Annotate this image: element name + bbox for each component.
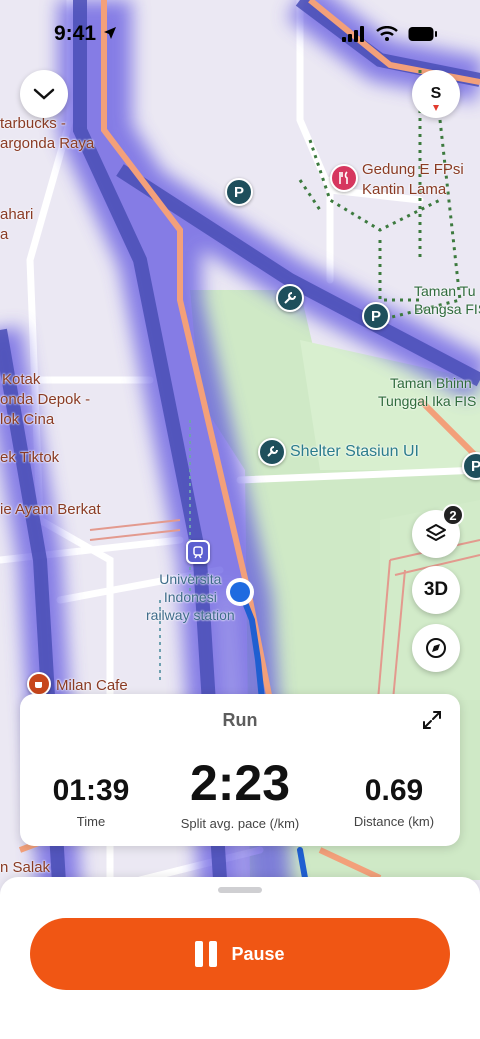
battery-icon <box>408 27 437 41</box>
time-value: 01:39 <box>52 774 130 807</box>
map-label-taman-tu: Taman Tu <box>414 283 476 299</box>
time-label: Time <box>76 814 106 829</box>
pause-label: Pause <box>231 943 285 964</box>
train-station-icon[interactable] <box>186 540 210 564</box>
pause-icon <box>195 941 218 967</box>
map-label-taman-bhinn: Taman Bhinn <box>390 375 472 391</box>
run-stats-card: Run 01:39 Time 2:23 Split avg. pace (/km… <box>20 694 460 846</box>
shelter-pin-icon[interactable] <box>258 438 286 466</box>
collapse-button[interactable] <box>20 70 68 118</box>
chevron-down-icon <box>33 88 55 100</box>
expand-icon[interactable] <box>420 708 444 732</box>
status-time: 9:41 <box>54 22 118 46</box>
map-label-shelter: Shelter Stasiun UI <box>290 443 419 460</box>
status-time-text: 9:41 <box>54 22 97 45</box>
pace-value: 2:23 <box>189 755 291 811</box>
map-label-gedung: Gedung E FPsi <box>362 161 464 178</box>
compass-letter: S <box>430 85 442 102</box>
cellular-signal-icon <box>342 26 364 42</box>
map-label-tiktok: ek Tiktok <box>0 449 60 466</box>
layers-badge: 2 <box>442 504 464 526</box>
map-layers-button[interactable]: 2 <box>412 504 464 558</box>
map-label-starbucks: tarbucks - <box>0 115 66 132</box>
cafe-pin-icon[interactable] <box>27 672 51 696</box>
map-label-tunggal: Tunggal Ika FIS <box>378 393 477 409</box>
compass-icon <box>426 638 446 658</box>
map-label-station: Universita Indonesi railway station <box>146 571 235 623</box>
map-label-kantin: Kantin Lama <box>362 181 447 198</box>
map-label-salak: n Salak <box>0 859 51 876</box>
distance-value: 0.69 <box>364 774 424 807</box>
map-label-ayam: ie Ayam Berkat <box>0 501 101 518</box>
restaurant-pin-icon[interactable] <box>330 164 358 192</box>
location-arrow-icon <box>103 27 116 39</box>
layers-icon <box>426 524 446 541</box>
map-label-milan: Milan Cafe <box>56 677 128 694</box>
three-d-button[interactable]: 3D <box>412 566 460 614</box>
map-label-ahari: ahari <box>0 206 34 223</box>
distance-stat: 0.69 Distance (km) <box>338 756 450 829</box>
distance-label: Distance (km) <box>353 814 435 829</box>
compass-needle-icon <box>433 105 439 111</box>
activity-type-title: Run <box>222 710 258 730</box>
time-stat: 01:39 Time <box>36 756 146 829</box>
sheet-grabber[interactable] <box>218 887 262 893</box>
map-label-margonda-raya: argonda Raya <box>0 135 95 152</box>
map-label-bangsa: Bangsa FIS <box>414 301 480 317</box>
bottom-sheet: Pause <box>0 877 480 1039</box>
map-label-lok-cina: lok Cina <box>0 411 55 428</box>
wifi-icon <box>376 26 398 41</box>
map-label-margonda-depok: onda Depok - <box>0 391 91 408</box>
parking-pin-icon[interactable]: P <box>225 178 253 206</box>
parking-pin-icon[interactable]: P <box>362 302 390 330</box>
pause-button[interactable]: Pause <box>30 918 450 990</box>
three-d-label: 3D <box>423 579 449 600</box>
repair-pin-icon[interactable] <box>276 284 304 312</box>
pace-label: Split avg. pace (/km) <box>180 816 300 831</box>
pace-stat: 2:23 Split avg. pace (/km) <box>150 756 330 831</box>
recenter-button[interactable] <box>412 624 460 672</box>
status-bar: 9:41 <box>0 0 480 70</box>
map-label-kotak: Kotak <box>2 371 41 388</box>
compass-heading-button[interactable]: S <box>412 70 460 118</box>
map-label-a: a <box>0 226 9 243</box>
